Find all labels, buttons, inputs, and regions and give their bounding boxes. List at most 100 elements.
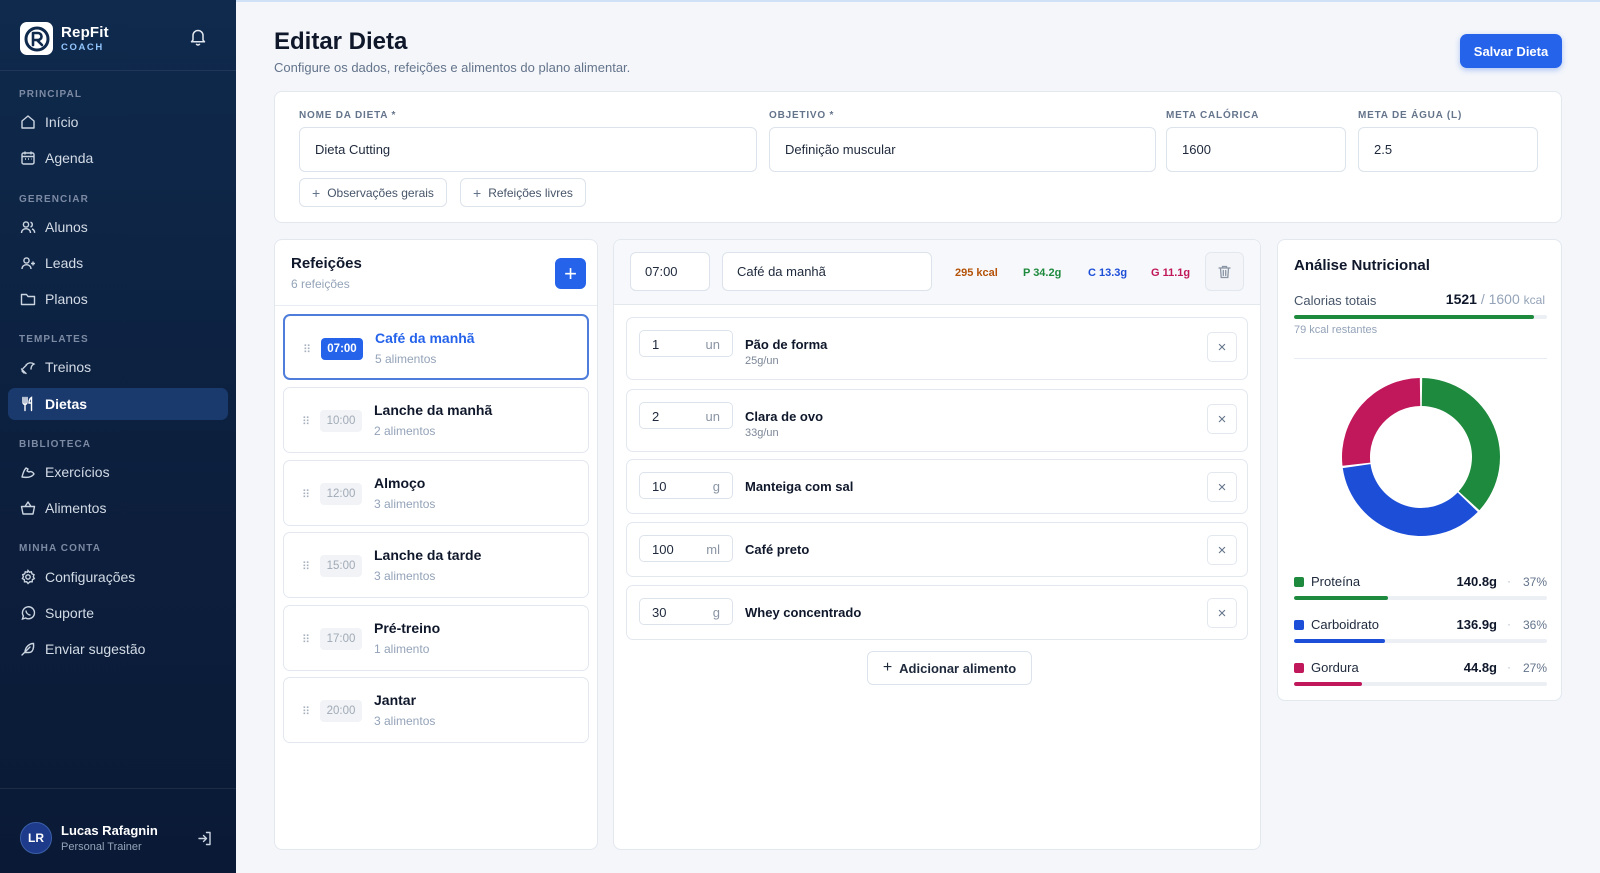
donut-slice-carboidrato — [1342, 464, 1478, 536]
food-name: Café preto — [745, 542, 810, 557]
meal-item[interactable]: ⠿ 15:00 Lanche da tarde 3 alimentos — [283, 532, 589, 598]
sidebar-item-agenda[interactable]: Agenda — [8, 142, 228, 174]
analysis-title: Análise Nutricional — [1294, 257, 1430, 274]
sidebar-item-planos[interactable]: Planos — [8, 283, 228, 315]
goal-input[interactable]: Definição muscular — [769, 127, 1156, 172]
sidebar-item-inicio[interactable]: Início — [8, 106, 228, 138]
meal-item[interactable]: ⠿ 07:00 Café da manhã 5 alimentos — [283, 314, 589, 380]
meal-item[interactable]: ⠿ 20:00 Jantar 3 alimentos — [283, 677, 589, 743]
sidebar-item-alimentos[interactable]: Alimentos — [8, 492, 228, 524]
nutrition-analysis-panel: Análise Nutricional Calorias totais 1521… — [1277, 239, 1562, 701]
plus-icon: + — [882, 659, 893, 676]
goal-label: OBJETIVO * — [769, 110, 835, 121]
add-food-button[interactable]: + Adicionar alimento — [867, 651, 1032, 685]
drag-handle-icon[interactable]: ⠿ — [302, 560, 310, 573]
meal-time: 15:00 — [320, 555, 362, 577]
sidebar-item-configuracoes[interactable]: Configurações — [8, 561, 228, 593]
quantity-value: 10 — [652, 479, 667, 494]
avatar[interactable]: LR — [20, 822, 52, 854]
meal-kcal: 295 kcal — [955, 267, 998, 279]
quantity-input[interactable]: 2 un — [639, 402, 733, 429]
meal-name: Lanche da manhã — [374, 402, 493, 418]
drag-handle-icon[interactable]: ⠿ — [303, 343, 311, 356]
quantity-unit: un — [705, 409, 720, 424]
meal-name: Lanche da tarde — [374, 547, 482, 563]
meal-food-count: 3 alimentos — [374, 714, 436, 728]
quantity-input[interactable]: 30 g — [639, 598, 733, 625]
macro-bar-fill — [1294, 596, 1388, 600]
section-label-principal: PRINCIPAL — [19, 89, 83, 100]
logout-icon[interactable] — [197, 831, 212, 851]
quantity-value: 30 — [652, 605, 667, 620]
drag-handle-icon[interactable]: ⠿ — [302, 633, 310, 646]
bell-icon[interactable] — [190, 28, 206, 51]
whatsapp-icon — [21, 606, 36, 621]
meal-editor-header: 07:00 Café da manhã 295 kcal P 34.2g C 1… — [614, 240, 1260, 305]
general-notes-button[interactable]: + Observações gerais — [299, 178, 447, 207]
remove-food-button[interactable]: × — [1207, 598, 1237, 628]
remove-food-button[interactable]: × — [1207, 332, 1237, 362]
delete-meal-button[interactable] — [1205, 252, 1244, 291]
sidebar-item-enviar-sugestao[interactable]: Enviar sugestão — [8, 633, 228, 665]
sidebar-item-label: Agenda — [45, 150, 94, 166]
water-goal-input[interactable]: 2.5 — [1358, 127, 1538, 172]
meal-food-count: 1 alimento — [374, 642, 430, 656]
drag-handle-icon[interactable]: ⠿ — [302, 415, 310, 428]
sidebar-item-leads[interactable]: Leads — [8, 247, 228, 279]
food-row: 30 g Whey concentrado × — [626, 585, 1248, 640]
quantity-value: 2 — [652, 409, 660, 424]
quantity-input[interactable]: 10 g — [639, 472, 733, 499]
calorie-goal-input[interactable]: 1600 — [1166, 127, 1346, 172]
trash-icon — [1218, 265, 1231, 278]
sidebar-item-label: Planos — [45, 291, 88, 307]
remove-food-button[interactable]: × — [1207, 472, 1237, 502]
meal-time: 12:00 — [320, 483, 362, 505]
food-detail: 25g/un — [745, 355, 779, 367]
sidebar-item-dietas[interactable]: Dietas — [8, 388, 228, 420]
sidebar-item-label: Enviar sugestão — [45, 641, 146, 657]
section-label-biblioteca: BIBLIOTECA — [19, 439, 92, 450]
macro-bar-fat — [1294, 682, 1547, 686]
save-diet-button[interactable]: Salvar Dieta — [1460, 34, 1562, 68]
calories-progress-fill — [1294, 315, 1535, 319]
calories-unit: kcal — [1523, 293, 1545, 307]
brand-name: RepFit — [61, 23, 109, 41]
meal-item[interactable]: ⠿ 12:00 Almoço 3 alimentos — [283, 460, 589, 526]
drag-handle-icon[interactable]: ⠿ — [302, 488, 310, 501]
sidebar-item-suporte[interactable]: Suporte — [8, 597, 228, 629]
food-name: Manteiga com sal — [745, 479, 854, 494]
legend-swatch — [1294, 620, 1304, 630]
separator-dot: · — [1507, 660, 1511, 674]
free-meals-button[interactable]: + Refeições livres — [460, 178, 586, 207]
meal-item[interactable]: ⠿ 17:00 Pré-treino 1 alimento — [283, 605, 589, 671]
macro-bar-carbs — [1294, 639, 1547, 643]
macro-name: Gordura — [1311, 660, 1359, 675]
diet-name-input[interactable]: Dieta Cutting — [299, 127, 757, 172]
macro-bar-fill — [1294, 639, 1386, 643]
sidebar-item-exercicios[interactable]: Exercícios — [8, 456, 228, 488]
macro-grams: 44.8g — [1463, 660, 1497, 675]
dumbbell-icon — [20, 362, 36, 375]
sidebar-item-label: Início — [45, 114, 79, 130]
meal-name: Café da manhã — [375, 330, 475, 346]
page-subtitle: Configure os dados, refeições e alimento… — [274, 60, 631, 75]
plus-icon: + — [473, 184, 482, 201]
meal-food-count: 5 alimentos — [375, 352, 437, 366]
diet-info-card: NOME DA DIETA * Dieta Cutting OBJETIVO *… — [274, 91, 1562, 223]
meal-name-input[interactable]: Café da manhã — [722, 252, 932, 291]
macro-bar-fill — [1294, 682, 1363, 686]
sidebar-item-treinos[interactable]: Treinos — [8, 351, 228, 383]
add-meal-button[interactable]: + — [555, 258, 586, 289]
quantity-input[interactable]: 100 ml — [639, 535, 733, 562]
drag-handle-icon[interactable]: ⠿ — [302, 705, 310, 718]
quantity-input[interactable]: 1 un — [639, 330, 733, 357]
meal-item[interactable]: ⠿ 10:00 Lanche da manhã 2 alimentos — [283, 387, 589, 453]
macro-grams: 140.8g — [1456, 574, 1497, 589]
remove-food-button[interactable]: × — [1207, 535, 1237, 565]
meal-time-input[interactable]: 07:00 — [630, 252, 710, 291]
brand[interactable]: RepFit COACH — [20, 22, 109, 55]
close-icon: × — [1217, 478, 1227, 496]
food-row: 100 ml Café preto × — [626, 522, 1248, 577]
sidebar-item-alunos[interactable]: Alunos — [8, 211, 228, 243]
remove-food-button[interactable]: × — [1207, 404, 1237, 434]
